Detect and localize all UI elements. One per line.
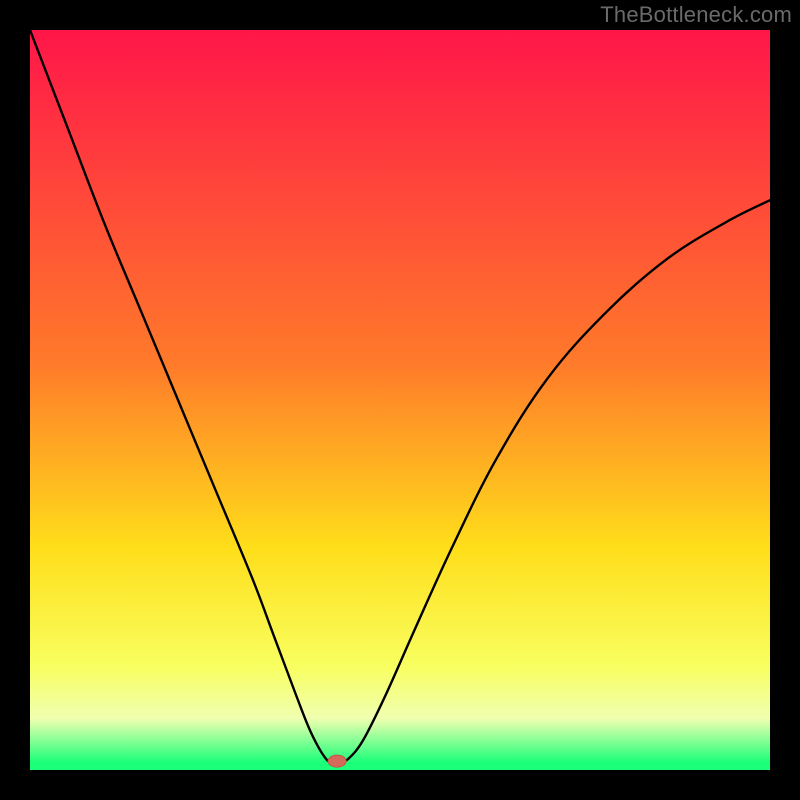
optimal-point-marker xyxy=(328,755,346,767)
plot-area xyxy=(30,30,770,770)
chart-frame: TheBottleneck.com xyxy=(0,0,800,800)
gradient-background xyxy=(30,30,770,770)
chart-svg xyxy=(30,30,770,770)
watermark-text: TheBottleneck.com xyxy=(600,2,792,28)
